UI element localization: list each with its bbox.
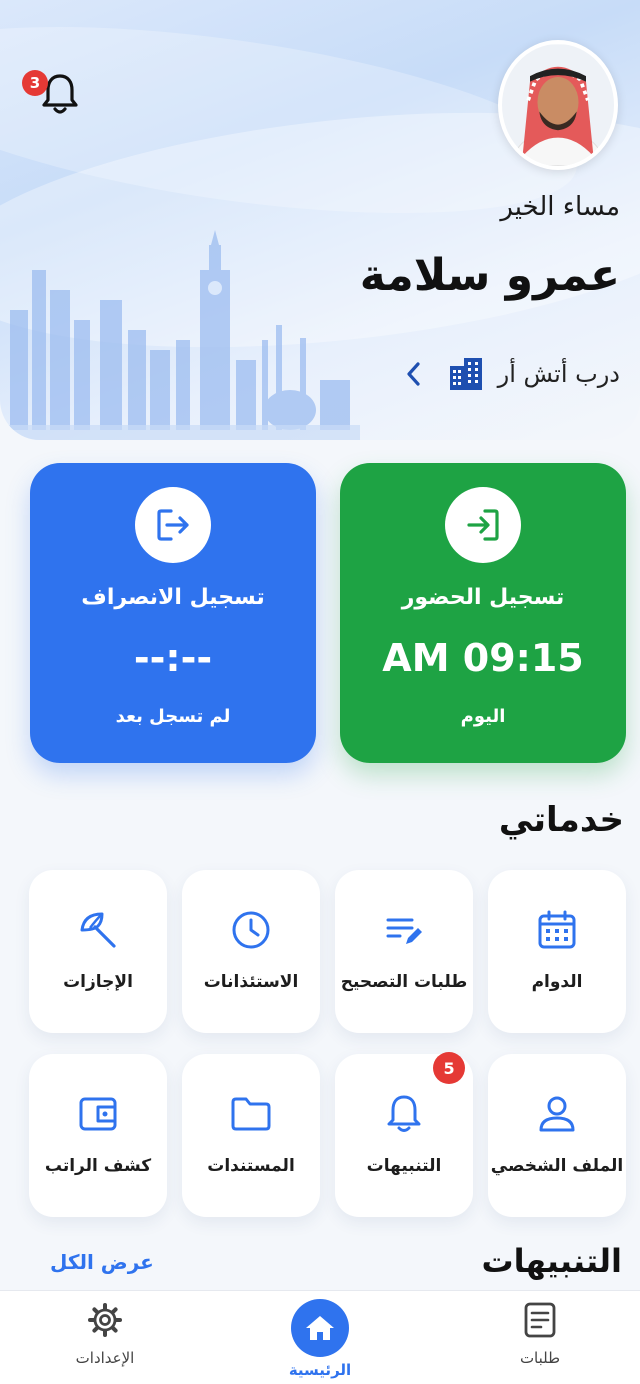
service-tile-payslip[interactable]: كشف الراتب [29, 1054, 167, 1217]
check-in-title: تسجيل الحضور [401, 585, 565, 610]
service-label: المستندات [207, 1156, 295, 1176]
calendar-icon [538, 910, 576, 949]
user-avatar[interactable] [498, 40, 618, 170]
notifications-count-badge: 5 [433, 1052, 465, 1084]
services-section-title: خدماتي [498, 800, 624, 840]
nav-item-requests[interactable]: طلبات [480, 1301, 600, 1367]
service-tile-correction-requests[interactable]: طلبات التصحيح [335, 870, 473, 1033]
service-label: التنبيهات [366, 1156, 442, 1176]
logout-icon [157, 509, 189, 541]
gear-icon [88, 1303, 122, 1337]
user-icon [539, 1096, 575, 1132]
service-tile-notifications[interactable]: التنبيهات 5 [335, 1052, 473, 1217]
check-out-time: --:-- [133, 636, 213, 680]
service-label: الملف الشخصي [490, 1156, 624, 1176]
service-tile-documents[interactable]: المستندات [182, 1054, 320, 1217]
alerts-section-title: التنبيهات [481, 1242, 622, 1280]
check-in-icon-circle [445, 487, 521, 563]
nav-label: الإعدادات [75, 1349, 135, 1367]
login-icon [467, 509, 499, 541]
nav-label: الرئيسية [288, 1361, 352, 1379]
service-tile-profile[interactable]: الملف الشخصي [488, 1054, 626, 1217]
avatar-illustration [502, 44, 614, 166]
check-in-card[interactable]: تسجيل الحضور AM 09:15 اليوم [340, 463, 626, 763]
nav-item-home[interactable]: الرئيسية [260, 1299, 380, 1379]
service-label: كشف الراتب [44, 1156, 152, 1176]
check-in-status: اليوم [460, 706, 506, 727]
service-tile-attendance[interactable]: الدوام [488, 870, 626, 1033]
service-tile-permissions[interactable]: الاستئذانات [182, 870, 320, 1033]
user-name: عمرو سلامة [359, 250, 620, 301]
clock-icon [232, 911, 270, 949]
requests-icon [524, 1302, 556, 1338]
check-out-icon-circle [135, 487, 211, 563]
service-tile-vacations[interactable]: الإجازات [29, 870, 167, 1033]
greeting-text: مساء الخير [500, 192, 620, 222]
check-out-card[interactable]: تسجيل الانصراف --:-- لم تسجل بعد [30, 463, 316, 763]
chevron-left-icon [407, 362, 420, 386]
company-name: درب أتش أر [497, 360, 620, 388]
service-label: طلبات التصحيح [340, 972, 468, 992]
company-selector[interactable]: درب أتش أر [402, 352, 620, 396]
beach-umbrella-icon [80, 912, 116, 948]
view-all-link[interactable]: عرض الكل [50, 1250, 154, 1274]
folder-icon [231, 1097, 271, 1131]
nav-label: طلبات [519, 1349, 561, 1367]
service-label: الاستئذانات [203, 972, 299, 992]
wallet-icon [79, 1097, 117, 1131]
service-label: الدوام [531, 972, 583, 992]
bottom-navigation: طلبات الرئيسية الإعدادات [0, 1290, 640, 1384]
home-icon-circle [291, 1299, 349, 1357]
header-banner: 3 مساء الخير عمرو سلامة درب أتش أر [0, 0, 640, 440]
check-out-title: تسجيل الانصراف [81, 585, 265, 610]
city-skyline-illustration [0, 230, 360, 440]
nav-item-settings[interactable]: الإعدادات [45, 1301, 165, 1367]
edit-list-icon [386, 918, 422, 944]
check-out-status: لم تسجل بعد [115, 706, 231, 727]
bell-icon [387, 1095, 421, 1132]
building-icon [449, 358, 482, 390]
home-icon [306, 1316, 334, 1340]
notification-count-badge: 3 [22, 70, 48, 96]
check-in-time: AM 09:15 [382, 636, 584, 680]
service-label: الإجازات [63, 972, 133, 992]
